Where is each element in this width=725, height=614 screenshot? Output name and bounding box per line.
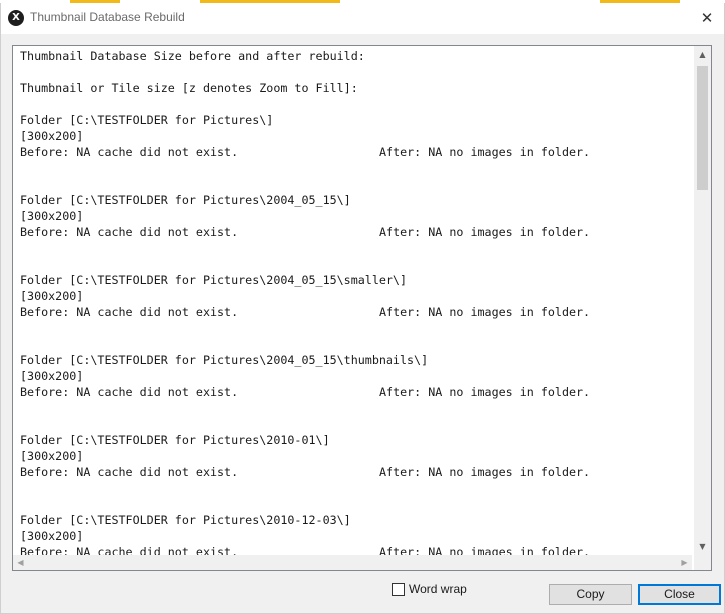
log-folder-line: Folder [C:\TESTFOLDER for Pictures\2010-… — [20, 513, 351, 527]
word-wrap-label: Word wrap — [409, 582, 467, 596]
scroll-down-arrow-icon[interactable]: ▼ — [694, 538, 711, 555]
vertical-scrollbar[interactable]: ▲ ▼ — [694, 46, 711, 555]
close-button[interactable]: Close — [638, 584, 721, 605]
dialog-window: X Thumbnail Database Rebuild ✕ Thumbnail… — [0, 3, 725, 614]
scrollbar-corner — [694, 555, 711, 570]
log-size-line: [300x200] — [20, 529, 84, 543]
log-before-text: Before: NA cache did not exist. — [20, 145, 239, 159]
log-entry: Folder [C:\TESTFOLDER for Pictures\2004_… — [13, 192, 692, 240]
log-entry: Folder [C:\TESTFOLDER for Pictures\2004_… — [13, 352, 692, 400]
scroll-left-arrow-icon[interactable]: ◀ — [13, 555, 28, 570]
log-after-text: After: NA no images in folder. — [379, 385, 591, 399]
word-wrap-checkbox[interactable]: Word wrap — [392, 582, 467, 596]
window-title: Thumbnail Database Rebuild — [30, 10, 185, 24]
log-entry: Folder [C:\TESTFOLDER for Pictures\2010-… — [13, 512, 692, 555]
log-before-text: Before: NA cache did not exist. — [20, 545, 239, 555]
copy-button[interactable]: Copy — [549, 584, 632, 605]
log-text-area[interactable]: Thumbnail Database Size before and after… — [12, 45, 712, 571]
checkbox-box[interactable] — [392, 582, 405, 596]
scroll-right-arrow-icon[interactable]: ▶ — [677, 555, 692, 570]
log-size-line: [300x200] — [20, 289, 84, 303]
log-after-text: After: NA no images in folder. — [379, 145, 591, 159]
log-after-text: After: NA no images in folder. — [379, 545, 591, 555]
app-logo-icon: X — [8, 10, 24, 26]
log-folder-line: Folder [C:\TESTFOLDER for Pictures\2004_… — [20, 353, 429, 367]
log-after-text: After: NA no images in folder. — [379, 225, 591, 239]
log-header-line: Thumbnail Database Size before and after… — [20, 49, 365, 63]
log-entry: Folder [C:\TESTFOLDER for Pictures\2010-… — [13, 432, 692, 480]
title-bar[interactable]: X Thumbnail Database Rebuild ✕ — [1, 3, 724, 34]
log-header-line: Thumbnail or Tile size [z denotes Zoom t… — [20, 81, 358, 95]
log-entry: Folder [C:\TESTFOLDER for Pictures\2004_… — [13, 272, 692, 320]
log-folder-line: Folder [C:\TESTFOLDER for Pictures\2004_… — [20, 273, 408, 287]
log-before-text: Before: NA cache did not exist. — [20, 225, 239, 239]
log-entry: Folder [C:\TESTFOLDER for Pictures\] [30… — [13, 112, 692, 160]
log-before-text: Before: NA cache did not exist. — [20, 305, 239, 319]
log-folder-line: Folder [C:\TESTFOLDER for Pictures\2004_… — [20, 193, 351, 207]
log-folder-line: Folder [C:\TESTFOLDER for Pictures\] — [20, 113, 274, 127]
log-after-text: After: NA no images in folder. — [379, 465, 591, 479]
log-size-line: [300x200] — [20, 449, 84, 463]
log-after-text: After: NA no images in folder. — [379, 305, 591, 319]
vertical-scroll-thumb[interactable] — [697, 66, 708, 190]
scroll-up-arrow-icon[interactable]: ▲ — [694, 46, 711, 63]
log-before-text: Before: NA cache did not exist. — [20, 465, 239, 479]
log-text-content[interactable]: Thumbnail Database Size before and after… — [13, 46, 692, 555]
log-size-line: [300x200] — [20, 209, 84, 223]
log-size-line: [300x200] — [20, 129, 84, 143]
log-size-line: [300x200] — [20, 369, 84, 383]
log-folder-line: Folder [C:\TESTFOLDER for Pictures\2010-… — [20, 433, 330, 447]
log-before-text: Before: NA cache did not exist. — [20, 385, 239, 399]
close-window-icon[interactable]: ✕ — [696, 7, 718, 29]
horizontal-scrollbar[interactable]: ◀ ▶ — [13, 555, 692, 570]
